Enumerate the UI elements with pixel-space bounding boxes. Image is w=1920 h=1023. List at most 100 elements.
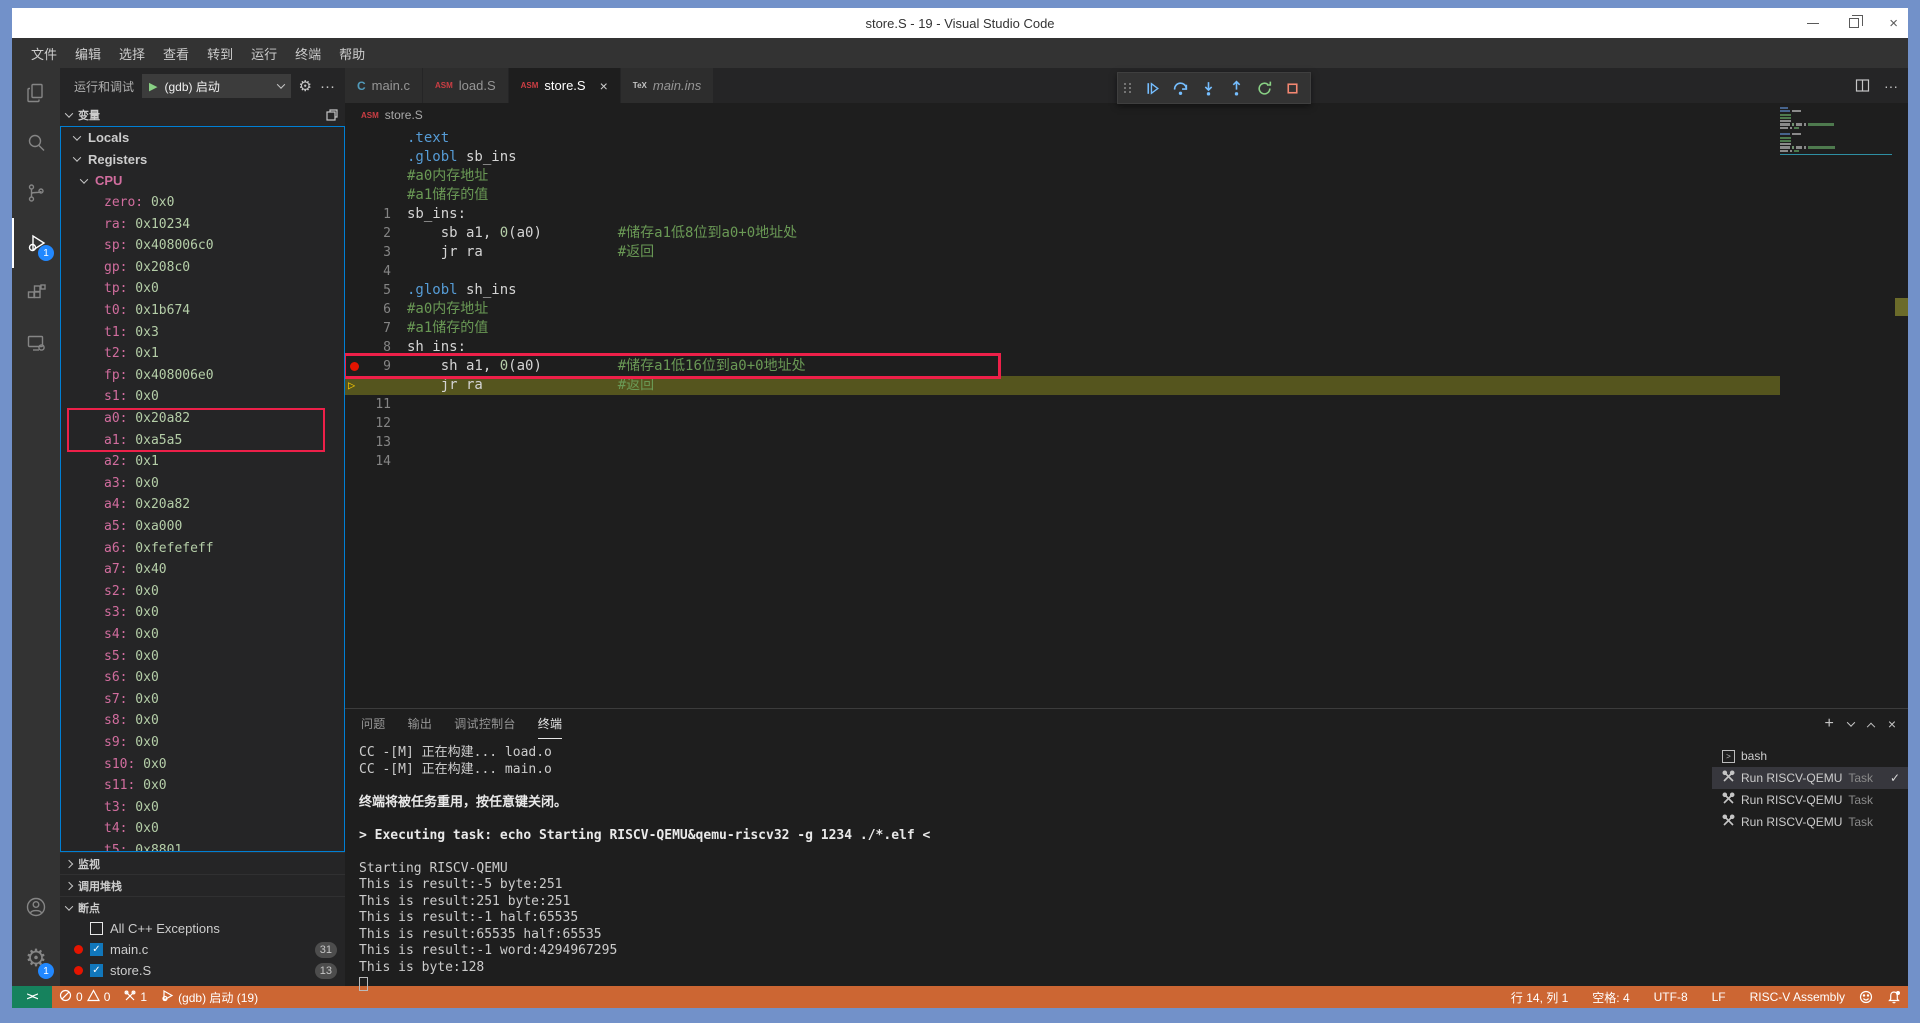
step-out-button[interactable] (1224, 76, 1248, 100)
register-row[interactable]: ra: 0x10234 (61, 213, 344, 235)
register-row[interactable]: sp: 0x408006c0 (61, 235, 344, 257)
variables-tree[interactable]: LocalsRegistersCPUzero: 0x0ra: 0x10234sp… (60, 126, 345, 852)
terminal-dropdown-icon[interactable] (1847, 718, 1855, 726)
run-and-debug-icon[interactable]: 1 (12, 218, 60, 268)
code-line-10[interactable]: 10 #a0内存地址 (345, 300, 1908, 319)
code-line-3[interactable]: 3 #a0内存地址 (345, 167, 1908, 186)
panel-tab-输出[interactable]: 输出 (408, 709, 433, 739)
breakpoint-item[interactable]: ✓ store.S 13 (60, 960, 345, 981)
breakpoint-item[interactable]: ✓ main.c 31 (60, 939, 345, 960)
search-icon[interactable] (12, 118, 60, 168)
register-row[interactable]: s2: 0x0 (61, 580, 344, 602)
stop-button[interactable] (1280, 76, 1304, 100)
register-row[interactable]: s11: 0x0 (61, 775, 344, 797)
register-row[interactable]: a7: 0x40 (61, 559, 344, 581)
breadcrumb[interactable]: ASM store.S (345, 103, 1908, 127)
source-control-icon[interactable] (12, 168, 60, 218)
maximize-panel-icon[interactable] (1867, 723, 1875, 731)
register-row[interactable]: s1: 0x0 (61, 386, 344, 408)
cursor-position[interactable]: 行 14, 列 1 (1504, 986, 1575, 1008)
split-editor-icon[interactable] (1855, 78, 1870, 93)
menu-item[interactable]: 文件 (22, 42, 66, 64)
register-row[interactable]: gp: 0x208c0 (61, 257, 344, 279)
panel-tab-问题[interactable]: 问题 (361, 709, 386, 739)
restore-icon[interactable] (1849, 18, 1859, 28)
menu-item[interactable]: 运行 (242, 42, 286, 64)
code-line-8[interactable]: 8 (345, 262, 1908, 281)
register-row[interactable]: t3: 0x0 (61, 796, 344, 818)
code-line-5[interactable]: 5 sb_ins: (345, 205, 1908, 224)
settings-gear-icon[interactable]: ⚙ 1 (12, 932, 60, 986)
register-row[interactable]: t0: 0x1b674 (61, 300, 344, 322)
restart-button[interactable] (1252, 76, 1276, 100)
panel-tab-终端[interactable]: 终端 (538, 709, 563, 739)
code-line-4[interactable]: 4 #a1储存的值 (345, 186, 1908, 205)
editor-more-actions-icon[interactable]: ··· (1884, 78, 1898, 94)
call-stack-section-header[interactable]: 调用堆栈 (60, 874, 345, 896)
bell-icon[interactable] (1880, 986, 1908, 1008)
step-into-button[interactable] (1196, 76, 1220, 100)
register-row[interactable]: s8: 0x0 (61, 710, 344, 732)
register-row[interactable]: zero: 0x0 (61, 192, 344, 214)
register-row[interactable]: t5: 0x8801 (61, 840, 344, 852)
register-row[interactable]: tp: 0x0 (61, 278, 344, 300)
register-row[interactable]: s3: 0x0 (61, 602, 344, 624)
tab-main.c[interactable]: C main.c (345, 68, 423, 103)
terminal-list-item[interactable]: Run RISCV-QEMU Task (1712, 789, 1908, 811)
new-terminal-icon[interactable]: + (1824, 715, 1833, 733)
menu-item[interactable]: 编辑 (66, 42, 110, 64)
start-debug-icon[interactable]: ▶ (149, 80, 157, 93)
menu-item[interactable]: 查看 (154, 42, 198, 64)
code-line-2[interactable]: 2 .globl sb_ins (345, 148, 1908, 167)
register-row[interactable]: a3: 0x0 (61, 473, 344, 495)
terminal-list-item[interactable]: Run RISCV-QEMU Task ✓ (1712, 767, 1908, 789)
terminal-list-item[interactable]: Run RISCV-QEMU Task (1712, 811, 1908, 833)
register-row[interactable]: t1: 0x3 (61, 321, 344, 343)
register-row[interactable]: s7: 0x0 (61, 688, 344, 710)
code-line-14[interactable]: ▷ 14 jr ra #返回 (345, 376, 1908, 395)
terminal-list-item[interactable]: > bash (1712, 745, 1908, 767)
terminal-output[interactable]: CC -[M] 正在构建... load.oCC -[M] 正在构建... ma… (345, 739, 1712, 986)
code-line-11[interactable]: 11 #a1储存的值 (345, 319, 1908, 338)
register-row[interactable]: a1: 0xa5a5 (61, 429, 344, 451)
register-row[interactable]: s6: 0x0 (61, 667, 344, 689)
feedback-smiley-icon[interactable] (1852, 986, 1880, 1008)
tab-load.S[interactable]: ASM load.S (423, 68, 509, 103)
breakpoints-section-header[interactable]: 断点 (60, 896, 345, 918)
register-row[interactable]: fp: 0x408006e0 (61, 365, 344, 387)
step-over-button[interactable] (1168, 76, 1192, 100)
register-row[interactable]: a2: 0x1 (61, 451, 344, 473)
minimap[interactable] (1780, 107, 1892, 155)
code-line-1[interactable]: 1 .text (345, 129, 1908, 148)
menu-item[interactable]: 选择 (110, 42, 154, 64)
close-icon[interactable]: × (1889, 16, 1898, 31)
remote-explorer-icon[interactable] (12, 318, 60, 368)
watch-section-header[interactable]: 监视 (60, 852, 345, 874)
variables-section-header[interactable]: 变量 (60, 104, 345, 126)
checkbox-unchecked-icon[interactable] (90, 922, 103, 935)
register-row[interactable]: a4: 0x20a82 (61, 494, 344, 516)
debug-settings-gear-icon[interactable]: ⚙ (299, 77, 312, 95)
register-row[interactable]: t2: 0x1 (61, 343, 344, 365)
register-row[interactable]: s4: 0x0 (61, 624, 344, 646)
register-row[interactable]: t4: 0x0 (61, 818, 344, 840)
tab-main.ins[interactable]: TeX main.ins (621, 68, 715, 103)
drag-handle-icon[interactable] (1124, 83, 1132, 93)
problems-status[interactable]: 0 0 (52, 986, 117, 1008)
code-line-9[interactable]: 9 .globl sh_ins (345, 281, 1908, 300)
extensions-icon[interactable] (12, 268, 60, 318)
breakpoint-dot-icon[interactable] (350, 362, 359, 371)
menu-item[interactable]: 帮助 (330, 42, 374, 64)
more-actions-icon[interactable]: ··· (320, 78, 335, 95)
code-line-13[interactable]: 13 sh a1, 0(a0) #储存a1低16位到a0+0地址处 (345, 357, 1908, 376)
launch-config-dropdown[interactable]: ▶ (gdb) 启动 (142, 74, 291, 98)
exceptions-breakpoint-row[interactable]: All C++ Exceptions (60, 918, 345, 939)
encoding[interactable]: UTF-8 (1647, 986, 1695, 1008)
register-row[interactable]: a6: 0xfefefeff (61, 537, 344, 559)
tab-store.S[interactable]: ASM store.S × (509, 68, 621, 103)
continue-button[interactable] (1140, 76, 1164, 100)
tree-item-registers[interactable]: Registers (61, 149, 344, 171)
account-icon[interactable] (12, 882, 60, 932)
debug-session-status[interactable]: (gdb) 启动 (19) (154, 986, 265, 1008)
panel-tab-调试控制台[interactable]: 调试控制台 (454, 709, 516, 739)
